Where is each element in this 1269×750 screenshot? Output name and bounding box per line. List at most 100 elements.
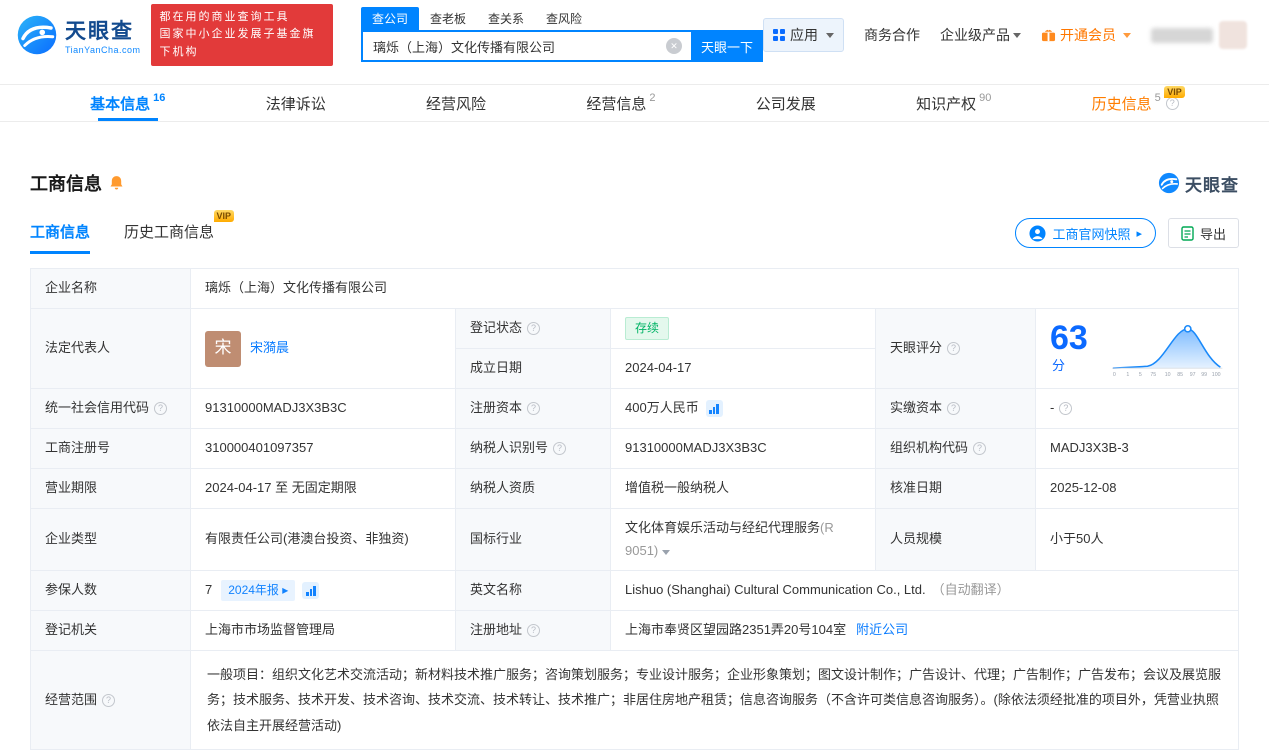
reg-capital-value: 400万人民币 <box>625 400 699 416</box>
search-input[interactable] <box>361 30 691 62</box>
search-button[interactable]: 天眼一下 <box>691 30 763 62</box>
tianyancha-logo-icon <box>17 15 57 55</box>
chevron-down-icon <box>1013 32 1021 38</box>
credit-code-value: 91310000MADJ3X3B3C <box>191 389 456 428</box>
subtab-business-info[interactable]: 工商信息 <box>30 221 91 254</box>
nearby-companies-link[interactable]: 附近公司 <box>856 620 908 640</box>
taxpayer-id-value: 91310000MADJ3X3B3C <box>611 429 876 468</box>
vip-label: 开通会员 <box>1060 27 1116 43</box>
org-code-value: MADJ3X3B-3 <box>1050 440 1129 456</box>
info-icon[interactable] <box>947 402 961 415</box>
axis-tick: 75 <box>1150 371 1156 377</box>
paid-capital-value: - <box>1050 400 1055 416</box>
info-icon[interactable] <box>527 402 541 415</box>
table-row: 企业名称 璃烁（上海）文化传播有限公司 <box>31 269 1238 309</box>
field-label: 企业名称 <box>31 269 191 308</box>
nav-open-vip[interactable]: 开通会员 <box>1041 25 1131 45</box>
info-icon[interactable] <box>1165 96 1179 110</box>
tab-history-info[interactable]: VIP 历史信息 5 <box>1092 85 1185 121</box>
field-label: 注册资本 <box>456 389 611 428</box>
english-name-value: Lishuo (Shanghai) Cultural Communication… <box>625 582 926 598</box>
info-icon[interactable] <box>973 442 987 455</box>
field-label: 工商注册号 <box>31 429 191 468</box>
table-row: 营业期限 2024-04-17 至 无固定期限 纳税人资质 增值税一般纳税人 核… <box>31 469 1238 509</box>
field-label: 纳税人资质 <box>456 469 611 508</box>
label-text: 天眼评分 <box>890 340 943 356</box>
user-account[interactable] <box>1151 21 1247 49</box>
establish-date-value: 2024-04-17 <box>625 360 692 376</box>
snapshot-label: 工商官网快照 <box>1052 226 1131 242</box>
axis-tick: 99 <box>1201 371 1207 377</box>
label-text: 登记状态 <box>470 320 523 336</box>
field-label: 成立日期 <box>456 349 611 388</box>
tab-basic-info[interactable]: 基本信息 16 <box>90 85 165 121</box>
nav-enterprise-products[interactable]: 企业级产品 <box>940 25 1021 45</box>
tianyancha-logo-icon <box>1158 172 1180 194</box>
paid-capital-cell: - <box>1036 389 1238 428</box>
table-row: 登记机关 上海市市场监督管理局 注册地址 上海市奉贤区望园路2351弄20号10… <box>31 611 1238 651</box>
score-value: 63 <box>1050 319 1088 358</box>
search-tab-company[interactable]: 查公司 <box>361 7 420 30</box>
industry-value: 文化体育娱乐活动与经纪代理服务 <box>625 520 821 536</box>
gift-icon <box>1041 29 1056 42</box>
field-label: 国标行业 <box>456 509 611 570</box>
field-label: 登记机关 <box>31 611 191 650</box>
legal-rep-avatar[interactable]: 宋 <box>205 330 241 367</box>
tab-operational-risk[interactable]: 经营风险 <box>426 85 486 121</box>
watermark-logo: 天眼查 <box>1158 171 1239 196</box>
search-tab-risk[interactable]: 查风险 <box>535 7 593 30</box>
annual-report-badge[interactable]: 2024年报 ▸ <box>221 580 296 601</box>
tab-intellectual-property[interactable]: 知识产权 90 <box>916 85 991 121</box>
legal-rep-link[interactable]: 宋漪晨 <box>250 338 289 358</box>
tianyancha-logo[interactable]: 天眼查 TianYanCha.com <box>16 14 141 56</box>
business-scope-value: 一般项目：组织文化艺术交流活动；新材料技术推广服务；咨询策划服务；专业设计服务；… <box>207 667 1222 733</box>
info-icon[interactable] <box>1059 402 1073 415</box>
info-icon[interactable] <box>553 442 567 455</box>
info-icon[interactable] <box>527 322 541 335</box>
insured-chart-icon[interactable] <box>302 582 320 599</box>
label-text: 实缴资本 <box>890 400 943 416</box>
info-icon[interactable] <box>154 402 168 415</box>
apps-menu-button[interactable]: 应用 <box>763 18 844 52</box>
info-icon[interactable] <box>102 693 116 707</box>
search-area: 查公司 查老板 查关系 查风险 ✕ 天眼一下 <box>361 7 763 62</box>
info-icon[interactable] <box>947 342 961 355</box>
capital-chart-icon[interactable] <box>705 400 723 417</box>
official-snapshot-button[interactable]: 工商官网快照 ▸ <box>1015 218 1156 248</box>
vip-badge: VIP <box>213 209 235 222</box>
export-button[interactable]: 导出 <box>1167 218 1239 248</box>
reg-number-value: 310000401097357 <box>191 429 456 468</box>
table-row: 参保人数 7 2024年报 ▸ 英文名称 Lishuo (Shanghai) C… <box>31 571 1238 611</box>
axis-tick: 85 <box>1177 371 1183 377</box>
tab-count: 2 <box>649 92 656 104</box>
subtab-history-business-info[interactable]: VIP 历史工商信息 <box>124 209 235 254</box>
approval-date-value: 2025-12-08 <box>1050 480 1117 496</box>
table-row: 法定代表人 宋 宋漪晨 登记状态 存续 成立日期 2024-04-17 <box>31 309 1238 389</box>
tab-label: 经营风险 <box>426 95 487 113</box>
tab-business-info[interactable]: 经营信息 2 <box>586 85 655 121</box>
bell-icon[interactable] <box>109 175 124 191</box>
axis-tick: 10 <box>1164 371 1170 377</box>
chevron-down-icon[interactable] <box>662 549 671 555</box>
auto-translate-note: （自动翻译） <box>931 582 1010 598</box>
info-icon[interactable] <box>527 624 541 637</box>
subtab-label: 历史工商信息 <box>124 223 215 241</box>
insured-value: 7 <box>205 582 213 598</box>
field-label: 营业期限 <box>31 469 191 508</box>
score-unit: 分 <box>1052 357 1066 373</box>
field-label: 天眼评分 <box>876 309 1036 388</box>
tab-label: 公司发展 <box>755 95 816 113</box>
score-cell: 63分 0 1 5 75 10 85 97 99 100 <box>1036 309 1238 388</box>
tab-legal-litigation[interactable]: 法律诉讼 <box>266 85 326 121</box>
search-tab-relation[interactable]: 查关系 <box>477 7 535 30</box>
vip-badge: VIP <box>1164 86 1185 98</box>
nav-business-cooperation[interactable]: 商务合作 <box>864 25 920 45</box>
label-text: 组织机构代码 <box>890 440 969 456</box>
search-tab-boss[interactable]: 查老板 <box>419 7 477 30</box>
chevron-down-icon <box>1123 32 1131 38</box>
person-badge-icon <box>1029 224 1046 242</box>
clear-search-icon[interactable]: ✕ <box>666 38 682 54</box>
reg-status-cell: 存续 <box>611 309 875 348</box>
tab-company-development[interactable]: 公司发展 <box>756 85 816 121</box>
score-distribution-chart: 0 1 5 75 10 85 97 99 100 <box>1111 324 1223 377</box>
